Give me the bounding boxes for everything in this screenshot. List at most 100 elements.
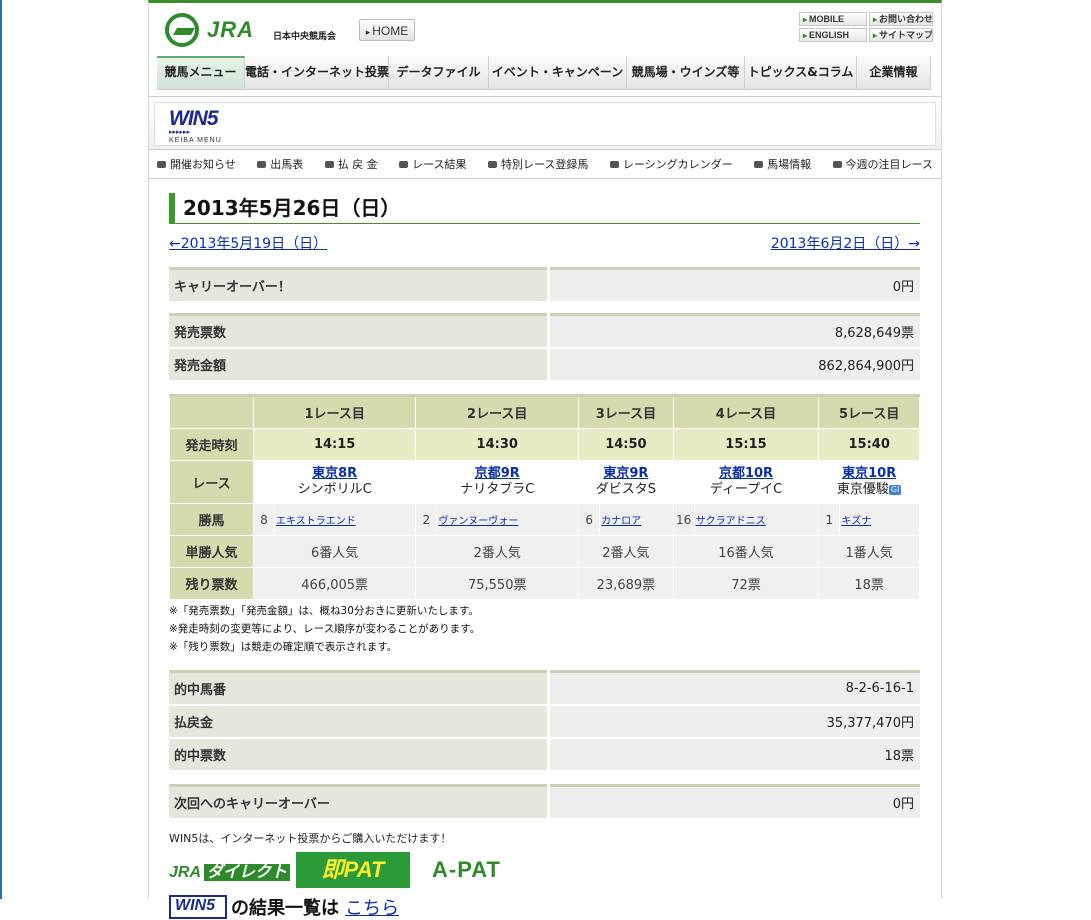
result-list-link[interactable]: こちら: [345, 894, 399, 920]
row-label: 残り票数: [169, 567, 254, 600]
utility-links: MOBILE お問い合わせ ENGLISH サイトマップ: [799, 12, 933, 42]
start-time: 15:40: [818, 428, 920, 461]
subnav-kaisai[interactable]: 開催お知らせ: [157, 154, 236, 176]
winner-cell: サクラアドニス: [693, 503, 820, 536]
contact-link[interactable]: お問い合わせ: [869, 12, 933, 26]
gnav-events[interactable]: イベント・キャンペーン: [489, 56, 627, 89]
subnav-featured-race[interactable]: 今週の注目レース: [833, 154, 933, 176]
gnav-phone-internet[interactable]: 電話・インターネット投票: [245, 56, 389, 89]
divider: [149, 178, 941, 179]
race-name: 東京優駿: [836, 482, 889, 497]
carryover-table: キャリーオーバー！ 0円: [169, 267, 920, 303]
carryover-label: キャリーオーバー！: [169, 268, 550, 303]
purchase-logos: JRA ダイレクト 即PAT A-PAT: [169, 850, 920, 890]
table-row: 発売票数 8,628,649票: [169, 314, 920, 349]
next-date-link[interactable]: 2013年6月2日（日）→: [771, 233, 920, 253]
gnav-data-file[interactable]: データファイル: [389, 56, 489, 89]
row-label: 発走時刻: [169, 428, 254, 461]
mobile-link[interactable]: MOBILE: [799, 12, 867, 26]
winner-link[interactable]: エキストラエンド: [276, 516, 356, 527]
gnav-keiba-menu[interactable]: 競馬メニュー: [157, 56, 245, 89]
race-cell: 京都9R ナリタブラC: [415, 460, 580, 504]
remaining-tickets: 72票: [672, 567, 820, 600]
sales-table: 発売票数 8,628,649票 発売金額 862,864,900円: [169, 313, 920, 382]
race-link[interactable]: 東京8R: [312, 466, 357, 481]
winner-link[interactable]: ヴァンヌーヴォー: [438, 516, 518, 527]
race-cell: 京都10R ディープイC: [672, 460, 820, 504]
sales-count-label: 発売票数: [169, 314, 550, 349]
jra-direct-prefix: JRA: [169, 864, 202, 881]
result-list-text: の結果一覧は: [231, 898, 339, 919]
note: ※発走時刻の変更等により、レース順序が変わることがあります。: [169, 623, 481, 635]
hit-tickets-value: 18票: [548, 738, 920, 772]
subnav-shutsuba[interactable]: 出馬表: [257, 154, 303, 176]
sales-amount-label: 発売金額: [169, 348, 550, 382]
winner-cell: エキストラエンド: [273, 503, 417, 536]
notes: ※「発売票数」「発売金額」は、概ね30分おきに更新いたします。 ※発走時刻の変更…: [169, 602, 920, 656]
winner-number: 16: [672, 503, 695, 536]
date-navigation: ←2013年5月19日（日） 2013年6月2日（日）→: [169, 233, 920, 257]
race-cell: 東京10R 東京優駿 GI: [818, 460, 920, 504]
banner-inner: WIN5 ▸▸▸▸▸▸ KEIBA MENU: [154, 102, 936, 146]
race-cell: 東京9R ダビスタS: [578, 460, 674, 504]
gnav-topics[interactable]: トピックス&コラム: [745, 56, 857, 89]
remaining-tickets: 466,005票: [252, 567, 417, 600]
gnav-racecourses[interactable]: 競馬場・ウインズ等: [627, 56, 745, 89]
page-container: JRA 日本中央競馬会 HOME MOBILE お問い合わせ ENGLISH サ…: [148, 0, 942, 919]
site-header: JRA 日本中央競馬会 HOME MOBILE お問い合わせ ENGLISH サ…: [149, 3, 941, 55]
hit-tickets-label: 的中票数: [169, 738, 550, 772]
hit-value: 8-2-6-16-1: [548, 671, 920, 706]
winner-link[interactable]: キズナ: [841, 516, 871, 527]
next-carryover-table: 次回へのキャリーオーバー 0円: [169, 784, 920, 820]
winner-cell: カナロア: [599, 503, 674, 536]
winner-link[interactable]: カナロア: [601, 516, 641, 527]
prev-date-link[interactable]: ←2013年5月19日（日）: [169, 233, 327, 253]
race-link[interactable]: 東京10R: [842, 466, 896, 481]
winner-link[interactable]: サクラアドニス: [696, 516, 766, 527]
popularity: 2番人気: [578, 535, 674, 568]
home-button[interactable]: HOME: [359, 19, 415, 41]
remaining-tickets: 75,550票: [415, 567, 580, 600]
keiba-menu-label: KEIBA MENU: [169, 137, 222, 144]
subnav-haraimodoshi[interactable]: 払 戻 金: [325, 154, 378, 176]
winner-number: 1: [818, 503, 841, 536]
jra-logo-icon: [165, 13, 199, 47]
win5-arrows-icon: ▸▸▸▸▸▸: [169, 128, 191, 136]
sokupat-logo[interactable]: 即PAT: [296, 852, 411, 888]
table-row: 1レース目 2レース目 3レース目 4レース目 5レース目: [169, 395, 920, 429]
subnav-track-info[interactable]: 馬場情報: [754, 154, 811, 176]
race-header: 5レース目: [818, 395, 920, 429]
page-title: 2013年5月26日（日）: [169, 193, 920, 224]
result-table: 的中馬番 8-2-6-16-1 払戻金 35,377,470円 的中票数 18票: [169, 670, 920, 772]
race-header: 2レース目: [415, 395, 580, 429]
english-link[interactable]: ENGLISH: [799, 28, 867, 42]
race-name: シンボリルC: [297, 482, 372, 497]
win5-banner: WIN5 ▸▸▸▸▸▸ KEIBA MENU: [149, 96, 941, 150]
race-header: 1レース目: [252, 395, 417, 429]
remaining-tickets: 23,689票: [578, 567, 674, 600]
table-row: 発走時刻 14:15 14:30 14:50 15:15 15:40: [169, 428, 920, 461]
race-link[interactable]: 京都9R: [475, 466, 520, 481]
winner-cell: キズナ: [839, 503, 920, 536]
gnav-corporate[interactable]: 企業情報: [857, 56, 931, 89]
next-carryover-value: 0円: [548, 785, 920, 820]
subnav-race-result[interactable]: レース結果: [399, 154, 466, 176]
jra-direct-logo[interactable]: JRA ダイレクト: [169, 858, 291, 882]
table-row: レース 東京8R シンボリルC 京都9R ナリタブラC 東京9R ダビスタS 京都10…: [169, 460, 920, 504]
subnav-calendar[interactable]: レーシングカレンダー: [610, 154, 733, 176]
apat-logo[interactable]: A-PAT: [432, 857, 501, 883]
race-link[interactable]: 東京9R: [603, 466, 648, 481]
jra-logo[interactable]: JRA: [165, 13, 254, 47]
win5-logo[interactable]: WIN5 ▸▸▸▸▸▸ KEIBA MENU: [169, 108, 222, 145]
race-link[interactable]: 京都10R: [719, 466, 773, 481]
global-nav: 競馬メニュー 電話・インターネット投票 データファイル イベント・キャンペーン …: [157, 56, 931, 90]
payout-label: 払戻金: [169, 705, 550, 739]
start-time: 14:50: [578, 428, 674, 461]
main-content: 2013年5月26日（日） ←2013年5月19日（日） 2013年6月2日（日…: [169, 193, 920, 920]
jra-logo-text: JRA: [207, 17, 255, 42]
sitemap-link[interactable]: サイトマップ: [869, 28, 933, 42]
subnav-special-race[interactable]: 特別レース登録馬: [488, 154, 588, 176]
note: ※「発売票数」「発売金額」は、概ね30分おきに更新いたします。: [169, 605, 479, 617]
table-row: 的中票数 18票: [169, 738, 920, 772]
row-label: レース: [169, 460, 254, 504]
